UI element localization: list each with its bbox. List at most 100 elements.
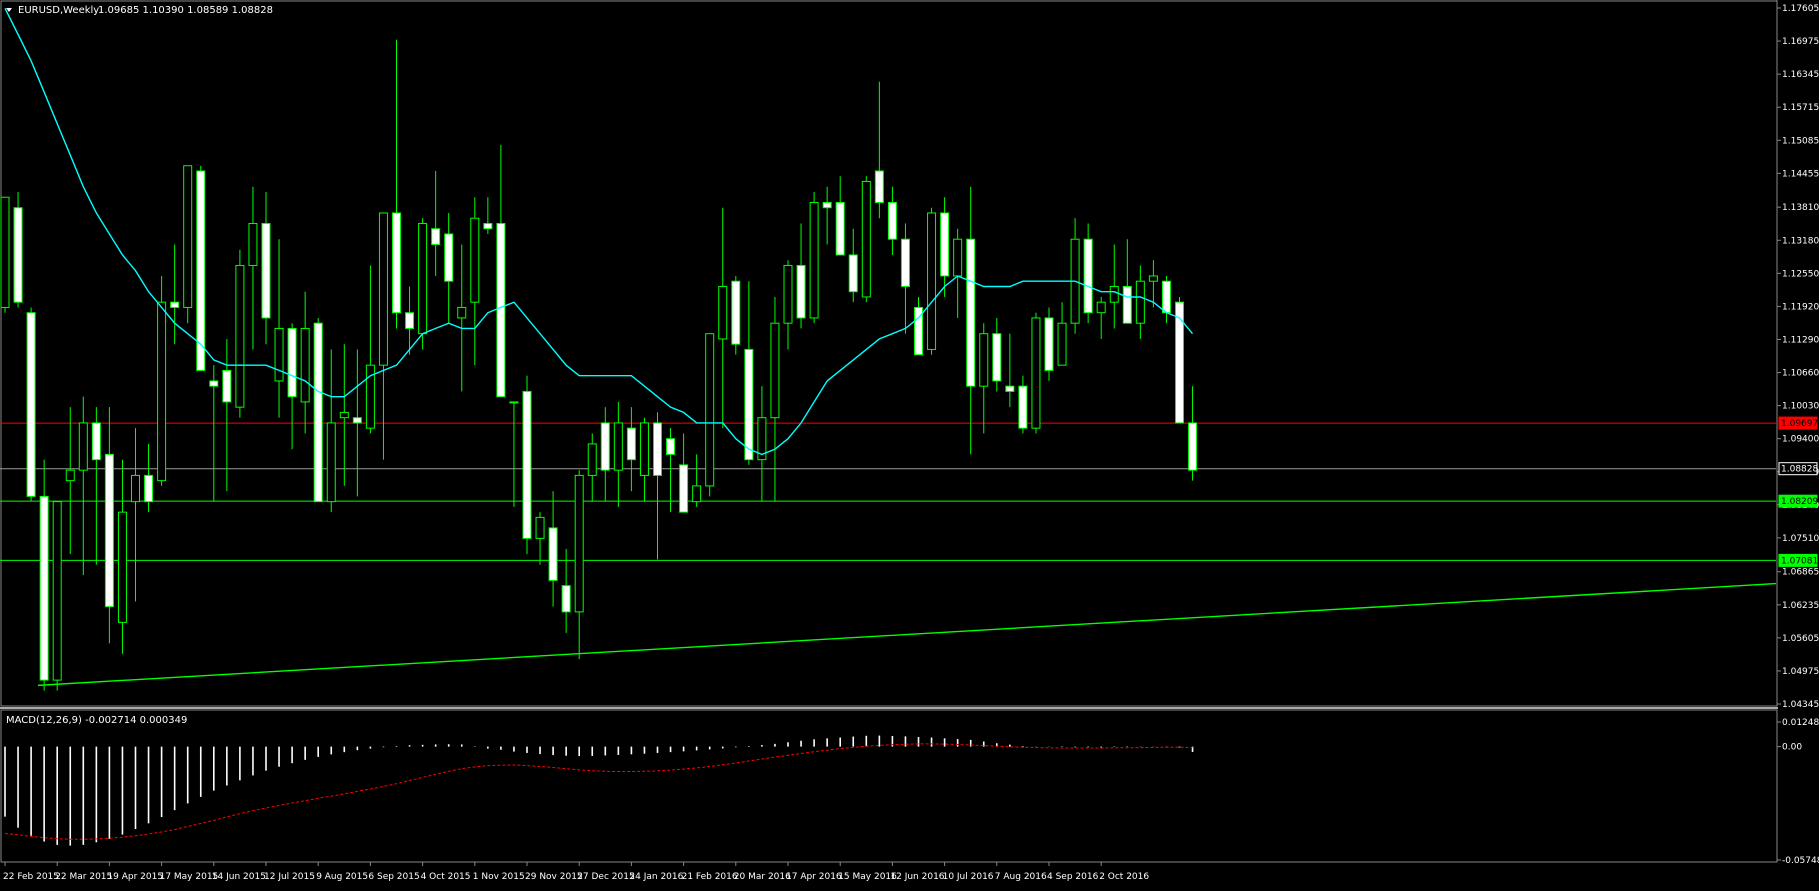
- bull-candle: [535, 516, 545, 539]
- time-tick-label: 21 Feb 2016: [682, 872, 738, 882]
- time-tick-label: 20 Mar 2016: [734, 872, 791, 882]
- bear-candle: [26, 312, 36, 497]
- bull-candle: [157, 301, 167, 482]
- time-tick-label: 22 Feb 2015: [3, 872, 59, 882]
- bear-candle: [352, 417, 362, 424]
- price-tick-label: 1.04975: [1782, 667, 1819, 677]
- ohlc-text: 1.09685 1.10390 1.08589 1.08828: [98, 5, 273, 16]
- time-tick-label: 17 May 2015: [160, 872, 219, 882]
- price-tick-label: 1.07510: [1782, 534, 1819, 544]
- price-tick-label: 1.16345: [1782, 70, 1819, 80]
- time-tick-label: 4 Sep 2016: [1047, 872, 1099, 882]
- bull-candle: [809, 201, 819, 319]
- bull-candle: [953, 238, 963, 277]
- bull-candle: [509, 401, 519, 404]
- bear-candle: [679, 464, 689, 513]
- bear-candle: [1018, 385, 1028, 429]
- price-tick-label: 1.13180: [1782, 236, 1819, 246]
- time-tick-label: 14 Jun 2015: [212, 872, 266, 882]
- bear-candle: [104, 453, 114, 608]
- bear-candle: [992, 333, 1002, 382]
- bear-candle: [222, 369, 232, 403]
- bull-candle: [248, 222, 258, 266]
- bear-candle: [13, 207, 23, 303]
- macd-tick-label: 0.00: [1782, 743, 1802, 753]
- bear-candle: [561, 585, 571, 613]
- bear-candle: [196, 170, 206, 371]
- price-tick-label: 1.17605: [1782, 4, 1819, 14]
- time-tick-label: 9 Aug 2015: [316, 872, 368, 882]
- time-tick-label: 24 Jan 2016: [629, 872, 683, 882]
- bear-candle: [287, 327, 297, 398]
- bull-candle: [692, 485, 702, 503]
- bear-candle: [444, 233, 454, 282]
- price-tick-label: 1.16975: [1782, 37, 1819, 47]
- bear-candle: [666, 438, 676, 455]
- bull-candle: [274, 327, 284, 382]
- time-tick-label: 19 Apr 2015: [107, 872, 163, 882]
- bull-candle: [718, 285, 728, 340]
- bull-candle: [861, 180, 871, 298]
- bull-candle: [927, 212, 937, 350]
- macd-tick-label: -0.057483: [1782, 856, 1819, 866]
- price-tick-label: 1.04345: [1782, 700, 1819, 710]
- bull-candle: [300, 327, 310, 403]
- bull-candle: [378, 212, 388, 366]
- bull-candle: [1031, 317, 1041, 429]
- price-tick-label: 1.10660: [1782, 369, 1819, 379]
- price-label-red: 1.09697: [1781, 419, 1818, 429]
- bull-candle: [470, 217, 480, 303]
- bear-candle: [887, 201, 897, 240]
- bear-candle: [1044, 317, 1054, 371]
- price-tick-label: 1.06865: [1782, 568, 1819, 578]
- bear-candle: [91, 422, 101, 461]
- time-tick-label: 15 May 2016: [838, 872, 897, 882]
- bull-candle: [1057, 322, 1067, 366]
- bear-candle: [626, 427, 636, 461]
- price-label-current: 1.08828: [1781, 465, 1818, 475]
- bull-candle: [979, 333, 989, 387]
- bull-candle: [639, 422, 649, 476]
- bull-candle: [78, 422, 88, 471]
- bull-candle: [418, 222, 428, 335]
- time-tick-label: 10 Jul 2016: [943, 872, 994, 882]
- bull-candle: [770, 322, 780, 419]
- bear-candle: [1161, 280, 1171, 314]
- bear-candle: [874, 170, 884, 203]
- time-tick-label: 27 Dec 2015: [577, 872, 635, 882]
- time-tick-label: 29 Nov 2015: [525, 872, 583, 882]
- bull-candle: [613, 422, 623, 471]
- bear-candle: [653, 422, 662, 476]
- chart-svg: 1.17605 1.16975 1.16345 1.15715 1.15085 1.144…: [0, 0, 1819, 887]
- bull-candle: [705, 333, 715, 487]
- chart-window: 1.17605 1.16975 1.16345 1.15715 1.15085 1.144…: [0, 0, 1819, 887]
- bull-candle: [0, 196, 10, 308]
- price-tick-label: 1.15715: [1782, 103, 1819, 113]
- bear-candle: [1188, 422, 1198, 471]
- bear-candle: [900, 238, 910, 287]
- bear-candle: [261, 222, 271, 319]
- bear-candle: [548, 527, 558, 581]
- symbol-label: EURUSD,Weekly: [18, 5, 99, 16]
- time-tick-label: 22 Mar 2015: [55, 872, 112, 882]
- bull-candle: [1109, 285, 1119, 303]
- time-tick-label: 17 Apr 2016: [786, 872, 842, 882]
- bull-candle: [183, 165, 193, 308]
- time-tick-label: 4 Oct 2015: [421, 872, 471, 882]
- bear-candle: [796, 264, 806, 319]
- bear-candle: [170, 301, 180, 308]
- bear-candle: [483, 222, 493, 230]
- bull-candle: [574, 474, 584, 613]
- price-label-green: 1.07081: [1781, 556, 1818, 566]
- price-tick-label: 1.11920: [1782, 302, 1819, 312]
- bull-candle: [457, 306, 467, 319]
- time-tick-label: 2 Oct 2016: [1099, 872, 1149, 882]
- macd-label: MACD(12,26,9) -0.002714 0.000349: [6, 715, 187, 726]
- bull-candle: [587, 443, 597, 476]
- price-tick-label: 1.11290: [1782, 335, 1819, 345]
- bear-candle: [313, 322, 323, 503]
- bear-candle: [39, 495, 49, 681]
- bear-candle: [1083, 238, 1093, 314]
- chart-header: EURUSD,Weekly 1.09685 1.10390 1.08589 1.…: [6, 5, 273, 16]
- price-label-green: 1.08209: [1781, 497, 1818, 507]
